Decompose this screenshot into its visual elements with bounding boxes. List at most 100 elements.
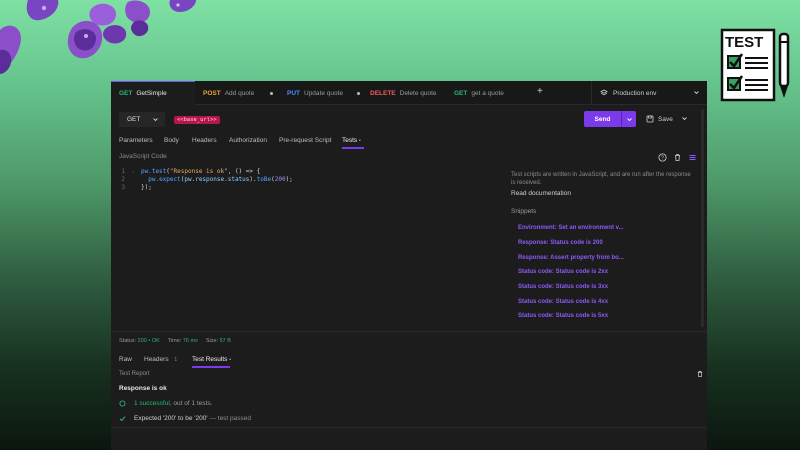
tab-method: GET: [454, 89, 468, 97]
unsaved-dot-icon: [270, 91, 273, 95]
snippets-heading: Snippets: [511, 208, 537, 215]
tab-update-quote[interactable]: PUT Update quote: [287, 81, 365, 105]
svg-text:?: ?: [661, 155, 664, 161]
list-icon[interactable]: [688, 153, 697, 162]
tab-tests-label: Tests: [342, 137, 358, 144]
snippet-status-4xx[interactable]: Status code: Status code is 4xx: [518, 299, 608, 305]
code-text: });: [141, 183, 152, 191]
assertion-status: test passed: [217, 415, 252, 422]
method-select[interactable]: GET: [119, 112, 165, 127]
tab-label: Delete quote: [399, 89, 437, 97]
tab-add-quote[interactable]: POST Add quote: [203, 81, 275, 105]
layers-icon: [600, 89, 608, 96]
tab-response-headers-label: Headers: [144, 356, 169, 363]
save-label: Save: [658, 115, 673, 123]
chevron-down-icon: [626, 117, 632, 121]
tab-label: GetSimple: [136, 90, 167, 97]
trash-icon[interactable]: [673, 153, 682, 162]
vertical-scrollbar[interactable]: [701, 109, 704, 327]
base-url-variable[interactable]: <<base_url>>: [174, 115, 220, 124]
response-status-bar: Status: 200 • OK Time: 76 ms Size: 57 B: [119, 338, 231, 344]
snippet-status-2xx[interactable]: Status code: Status code is 2xx: [518, 269, 608, 275]
test-checklist-icon: TEST: [720, 28, 790, 102]
status-item: Status: 200 • OK: [119, 338, 160, 344]
code-line: 3 });: [111, 183, 152, 191]
tab-tests[interactable]: Tests •: [342, 137, 361, 144]
assertion-dash: —: [209, 415, 216, 422]
time-value: 76 ms: [182, 338, 198, 344]
help-icon[interactable]: ?: [658, 153, 667, 162]
api-client-window: GET GetSimple POST Add quote PUT Update …: [111, 81, 707, 450]
fold-chevron-icon[interactable]: ⌄: [125, 168, 141, 174]
circle-icon: [119, 400, 126, 407]
url-input[interactable]: <<base_url>>: [169, 112, 579, 127]
active-tab-indicator: [342, 147, 364, 149]
assertion-text: Expected '200' to be '200' — test passed: [134, 415, 251, 422]
tab-headers[interactable]: Headers: [192, 137, 217, 144]
code-line: 1 ⌄ pw.test("Response is ok", () => {: [111, 167, 260, 175]
tab-modified-dot-icon: •: [358, 138, 361, 144]
snippet-status-5xx[interactable]: Status code: Status code is 5xx: [518, 313, 608, 319]
snippet-assert-property[interactable]: Response: Assert property from bo...: [518, 255, 624, 261]
tab-test-results[interactable]: Test Results •: [192, 356, 231, 363]
trash-icon[interactable]: [696, 370, 704, 378]
tab-label: Add quote: [224, 89, 255, 97]
response-divider: [111, 331, 707, 332]
tab-test-results-label: Test Results: [192, 356, 228, 363]
check-icon: [119, 416, 126, 422]
code-editor[interactable]: 1 ⌄ pw.test("Response is ok", () => { 2 …: [111, 165, 503, 325]
tab-modified-dot-icon: •: [229, 357, 231, 363]
size-item: Size: 57 B: [205, 338, 231, 344]
test-summary: 1 successful, out of 1 tests.: [119, 400, 212, 407]
active-response-tab-indicator: [192, 366, 230, 368]
time-item: Time: 76 ms: [167, 338, 198, 344]
chevron-down-icon[interactable]: [681, 115, 688, 122]
tab-response-headers[interactable]: Headers 1: [144, 356, 177, 363]
headers-count-badge: 1: [174, 357, 178, 363]
tab-parameters[interactable]: Parameters: [119, 137, 153, 144]
unsaved-dot-icon: [357, 91, 360, 95]
tab-method: PUT: [287, 89, 300, 97]
tab-raw[interactable]: Raw: [119, 356, 132, 363]
tab-getsimple[interactable]: GET GetSimple: [111, 81, 195, 105]
line-number: 2: [121, 175, 125, 183]
svg-text:TEST: TEST: [725, 34, 763, 51]
status-value: 200 • OK: [137, 338, 160, 344]
snippet-set-environment[interactable]: Environment: Set an environment v...: [518, 225, 624, 231]
read-documentation-link[interactable]: Read documentation: [511, 190, 571, 197]
send-options-button[interactable]: [622, 116, 636, 123]
environment-label: Production env: [613, 89, 657, 97]
tests-description: Test scripts are written in JavaScript, …: [511, 172, 691, 187]
line-number: 3: [121, 183, 125, 191]
tab-method: DELETE: [370, 89, 396, 97]
code-text: pw.expect(pw.response.status).toBe(200);: [148, 175, 293, 183]
test-result-title: Response is ok: [119, 385, 167, 392]
summary-rest: out of 1 tests.: [173, 400, 213, 407]
environment-selector[interactable]: Production env: [591, 81, 707, 105]
tab-label: get a quote: [471, 89, 504, 97]
send-button[interactable]: Send: [584, 111, 636, 127]
summary-success: 1 successful,: [134, 400, 172, 407]
tab-method: POST: [203, 89, 221, 97]
snippet-status-3xx[interactable]: Status code: Status code is 3xx: [518, 284, 608, 290]
line-number: 1: [121, 167, 125, 175]
bottom-divider: [111, 427, 707, 428]
tab-authorization[interactable]: Authorization: [229, 137, 267, 144]
chevron-down-icon: [153, 118, 158, 122]
tab-get-a-quote[interactable]: GET get a quote: [454, 81, 524, 105]
code-line: 2 pw.expect(pw.response.status).toBe(200…: [111, 175, 293, 183]
send-label: Send: [594, 115, 611, 123]
request-tab-bar: GET GetSimple POST Add quote PUT Update …: [111, 81, 707, 105]
decorative-blobs: [0, 0, 196, 74]
summary-text: 1 successful, out of 1 tests.: [134, 400, 212, 407]
tab-delete-quote[interactable]: DELETE Delete quote: [370, 81, 450, 105]
snippet-status-200[interactable]: Response: Status code is 200: [518, 240, 603, 246]
tab-label: Update quote: [304, 89, 344, 97]
tab-method: GET: [119, 90, 133, 97]
plus-icon[interactable]: +: [537, 86, 543, 97]
size-value: 57 B: [219, 338, 231, 344]
editor-language-label: JavaScript Code: [119, 153, 167, 160]
test-assertion-row: Expected '200' to be '200' — test passed: [119, 415, 251, 422]
tab-body[interactable]: Body: [164, 137, 179, 144]
tab-pre-request-script[interactable]: Pre-request Script: [279, 137, 331, 144]
